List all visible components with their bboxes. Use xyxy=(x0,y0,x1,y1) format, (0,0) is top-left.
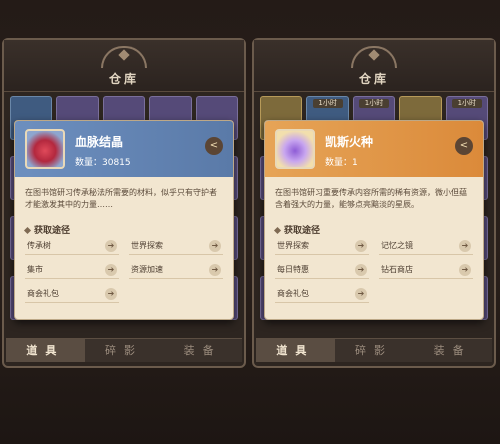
share-icon[interactable]: < xyxy=(455,137,473,155)
source-item[interactable]: 每日特惠 ➔ xyxy=(275,261,369,279)
share-icon[interactable]: < xyxy=(205,137,223,155)
source-label: 钻石商店 xyxy=(381,265,413,274)
item-quantity: 数量：1 xyxy=(325,158,358,168)
source-item[interactable]: 商会礼包 ➔ xyxy=(25,285,119,303)
source-item[interactable]: 记忆之镜 ➔ xyxy=(379,237,473,255)
panel-title: 仓库 xyxy=(108,72,139,86)
game-screen: 仓库 道具 碎影 装备 仓库 1小时 1小时 1小时 道具 碎影 装备 血脉结晶… xyxy=(0,0,500,444)
source-label: 集市 xyxy=(27,265,43,274)
source-item[interactable]: 钻石商店 ➔ xyxy=(379,261,473,279)
arrow-right-icon: ➔ xyxy=(355,263,367,276)
source-list: 世界探索 ➔ 记忆之镜 ➔ 每日特惠 ➔ 钻石商店 ➔ 商会礼包 ➔ xyxy=(275,237,473,303)
arrow-right-icon: ➔ xyxy=(209,239,221,252)
source-item[interactable]: 世界探索 ➔ xyxy=(129,237,223,255)
crest-ornament-icon xyxy=(101,46,147,68)
flame-icon xyxy=(275,129,315,169)
item-description: 在图书馆研习重要传承内容所需的稀有资源，微小但蕴含着强大的力量，能够点亮黯淡的星… xyxy=(275,188,467,209)
source-item[interactable]: 资源加速 ➔ xyxy=(129,261,223,279)
card-header: 凯斯火种 数量：1 < xyxy=(265,121,483,177)
source-label: 传承树 xyxy=(27,241,51,250)
item-name: 血脉结晶 xyxy=(75,135,124,149)
item-detail-card: 凯斯火种 数量：1 < 在图书馆研习重要传承内容所需的稀有资源，微小但蕴含着强大… xyxy=(264,120,484,320)
source-label: 商会礼包 xyxy=(277,289,309,298)
item-quantity: 数量：30815 xyxy=(75,158,131,168)
source-label: 每日特惠 xyxy=(277,265,309,274)
item-name: 凯斯火种 xyxy=(325,135,374,149)
source-item[interactable]: 传承树 ➔ xyxy=(25,237,119,255)
source-label: 世界探索 xyxy=(277,241,309,250)
source-label: 记忆之镜 xyxy=(381,241,413,250)
arrow-right-icon: ➔ xyxy=(355,287,367,300)
source-label: 世界探索 xyxy=(131,241,163,250)
storage-tabs: 道具 碎影 装备 xyxy=(256,338,492,362)
source-label: 资源加速 xyxy=(131,265,163,274)
source-item[interactable]: 世界探索 ➔ xyxy=(275,237,369,255)
arrow-right-icon: ➔ xyxy=(105,239,117,252)
item-detail-card: 血脉结晶 数量：30815 < 在图书馆研习传承秘法所需要的材料，似乎只有守护者… xyxy=(14,120,234,320)
tab-fragments[interactable]: 碎影 xyxy=(335,339,414,362)
source-title: 获取途径 xyxy=(275,223,320,236)
arrow-right-icon: ➔ xyxy=(355,239,367,252)
arrow-right-icon: ➔ xyxy=(459,239,471,252)
panel-title: 仓库 xyxy=(358,72,389,86)
crest-ornament-icon xyxy=(351,46,397,68)
tab-fragments[interactable]: 碎影 xyxy=(85,339,164,362)
source-item[interactable]: 商会礼包 ➔ xyxy=(275,285,369,303)
arrow-right-icon: ➔ xyxy=(105,287,117,300)
arrow-right-icon: ➔ xyxy=(105,263,117,276)
crystal-icon xyxy=(25,129,65,169)
arrow-right-icon: ➔ xyxy=(459,263,471,276)
source-title: 获取途径 xyxy=(25,223,70,236)
panel-header: 仓库 xyxy=(254,40,494,92)
source-list: 传承树 ➔ 世界探索 ➔ 集市 ➔ 资源加速 ➔ 商会礼包 ➔ xyxy=(25,237,223,303)
arrow-right-icon: ➔ xyxy=(209,263,221,276)
tab-items[interactable]: 道具 xyxy=(256,339,335,362)
source-item[interactable]: 集市 ➔ xyxy=(25,261,119,279)
panel-header: 仓库 xyxy=(4,40,244,92)
timer-badge: 1小时 xyxy=(312,99,343,108)
card-header: 血脉结晶 数量：30815 < xyxy=(15,121,233,177)
tab-equipment[interactable]: 装备 xyxy=(163,339,242,362)
source-label: 商会礼包 xyxy=(27,289,59,298)
timer-badge: 1小时 xyxy=(358,99,389,108)
item-description: 在图书馆研习传承秘法所需要的材料，似乎只有守护者才能激发其中的力量…… xyxy=(25,188,217,209)
timer-badge: 1小时 xyxy=(451,99,482,108)
tab-equipment[interactable]: 装备 xyxy=(413,339,492,362)
storage-tabs: 道具 碎影 装备 xyxy=(6,338,242,362)
tab-items[interactable]: 道具 xyxy=(6,339,85,362)
